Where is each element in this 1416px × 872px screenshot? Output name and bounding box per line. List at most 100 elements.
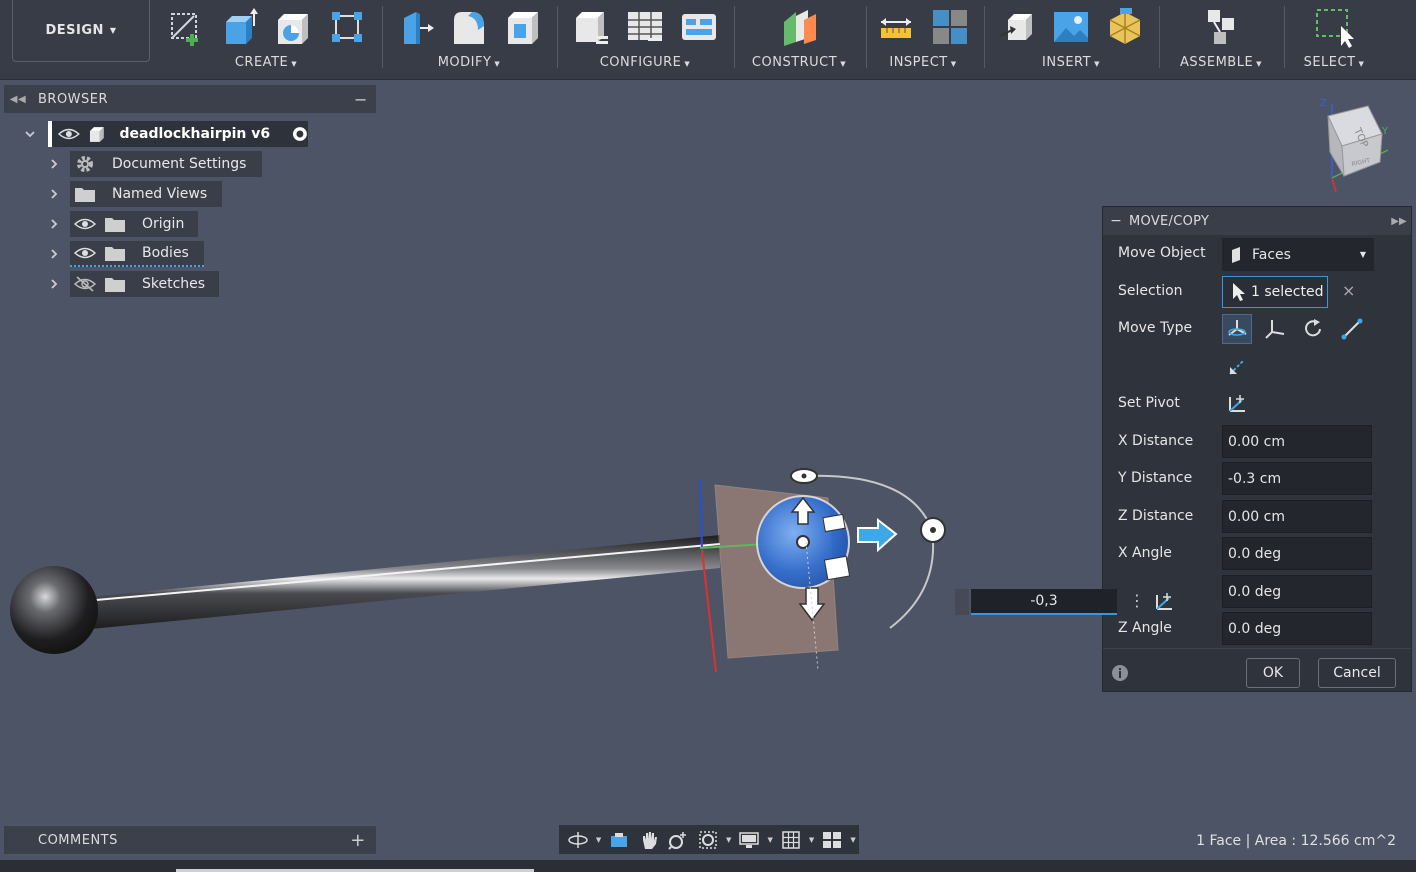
- eye-icon[interactable]: [74, 246, 96, 260]
- tree-root-node[interactable]: deadlockhairpin v6: [48, 121, 308, 147]
- viewports-icon[interactable]: [818, 828, 848, 852]
- selection-button[interactable]: 1 selected: [1222, 276, 1328, 308]
- chevron-right-icon[interactable]: [48, 278, 60, 290]
- create-label[interactable]: CREATE ▼: [160, 55, 372, 70]
- press-pull-icon[interactable]: [393, 6, 437, 48]
- x-angle-input[interactable]: 0.0 deg: [1222, 537, 1372, 570]
- chevron-down-icon[interactable]: ▼: [723, 828, 735, 852]
- shell-icon[interactable]: [501, 6, 545, 48]
- chevron-down-icon[interactable]: ▼: [806, 828, 818, 852]
- tree-item-sketches[interactable]: Sketches: [70, 271, 219, 297]
- point-to-point-icon[interactable]: [1337, 314, 1367, 344]
- chevron-down-icon[interactable]: ▼: [847, 828, 859, 852]
- move-object-dropdown[interactable]: Faces ▼: [1222, 238, 1374, 271]
- navigation-bar: ▼ ▼ ▼ ▼ ▼: [559, 825, 859, 854]
- folder-icon: [105, 278, 125, 292]
- collapse-browser-icon[interactable]: ◀◀: [4, 94, 32, 105]
- info-icon[interactable]: [1111, 664, 1129, 682]
- fit-window-icon[interactable]: [693, 828, 723, 852]
- folder-icon: [105, 218, 125, 232]
- move-x-arrow[interactable]: [857, 517, 898, 553]
- x-distance-input[interactable]: 0.00 cm: [1222, 425, 1372, 458]
- workspace-switcher[interactable]: DESIGN ▼: [12, 0, 150, 62]
- offset-plane-icon[interactable]: [777, 6, 821, 48]
- viewcube[interactable]: TOP RIGHT Z Y: [1316, 92, 1396, 192]
- pan-hand-icon[interactable]: [634, 828, 664, 852]
- set-pivot-icon[interactable]: [1222, 389, 1252, 419]
- gear-icon: [77, 156, 93, 172]
- grid-icon[interactable]: [776, 828, 806, 852]
- planar-handle-top[interactable]: [822, 513, 846, 533]
- z-distance-label: Z Distance: [1118, 508, 1194, 524]
- chevron-right-icon[interactable]: [48, 248, 60, 260]
- zoom-icon[interactable]: [664, 828, 694, 852]
- z-angle-input[interactable]: 0.0 deg: [1222, 612, 1372, 645]
- y-distance-input[interactable]: -0.3 cm: [1222, 462, 1372, 495]
- tree-item-document-settings[interactable]: Document Settings: [70, 151, 262, 177]
- more-options-icon[interactable]: ⋮: [1129, 591, 1145, 610]
- free-move-icon[interactable]: [1222, 314, 1252, 344]
- rotate-icon[interactable]: [1298, 314, 1328, 344]
- create-group: CREATE ▼: [160, 0, 372, 80]
- minimize-browser-button[interactable]: −: [346, 90, 376, 109]
- inspect-label[interactable]: INSPECT ▼: [870, 55, 976, 70]
- insert-canvas-icon[interactable]: [1049, 6, 1093, 48]
- point-to-position-icon[interactable]: [1222, 352, 1252, 382]
- interference-icon[interactable]: [928, 6, 972, 48]
- cancel-button[interactable]: Cancel: [1318, 658, 1396, 688]
- modify-label[interactable]: MODIFY ▼: [388, 55, 550, 70]
- axis-y-label: Y: [1381, 126, 1389, 137]
- new-component-icon[interactable]: [1199, 6, 1243, 48]
- extrude-icon[interactable]: [217, 6, 261, 48]
- eye-icon[interactable]: [57, 127, 80, 141]
- drag-handle[interactable]: [955, 589, 969, 615]
- tree-item-origin[interactable]: Origin: [70, 211, 198, 237]
- revolve-icon[interactable]: [271, 6, 315, 48]
- activate-radio-icon[interactable]: [292, 126, 308, 142]
- expand-panel-icon[interactable]: ▶▶: [1387, 216, 1411, 227]
- tree-item-bodies[interactable]: Bodies: [70, 241, 204, 267]
- orbit-icon[interactable]: [563, 828, 593, 852]
- configure-label[interactable]: CONFIGURE ▼: [563, 55, 727, 70]
- collapse-panel-button[interactable]: −: [1103, 213, 1129, 229]
- clear-selection-icon[interactable]: ×: [1342, 281, 1355, 300]
- y-angle-input[interactable]: 0.0 deg: [1222, 575, 1372, 608]
- window-select-icon[interactable]: [1312, 6, 1356, 48]
- planar-handle-bottom[interactable]: [823, 555, 851, 581]
- ok-button[interactable]: OK: [1246, 658, 1300, 688]
- chevron-right-icon[interactable]: [48, 218, 60, 230]
- insert-mesh-icon[interactable]: [1103, 6, 1147, 48]
- configure-table-icon[interactable]: [623, 6, 667, 48]
- chevron-down-icon[interactable]: ▼: [764, 828, 776, 852]
- insert-label[interactable]: INSERT ▼: [990, 55, 1152, 70]
- configure-box-icon[interactable]: [569, 6, 613, 48]
- add-comment-button[interactable]: +: [340, 830, 376, 851]
- chevron-right-icon[interactable]: [48, 158, 60, 170]
- fillet-icon[interactable]: [447, 6, 491, 48]
- hairpin-rod[interactable]: [60, 535, 721, 632]
- inspect-group: INSPECT ▼: [870, 0, 976, 80]
- form-icon[interactable]: [325, 6, 369, 48]
- select-label[interactable]: SELECT ▼: [1290, 55, 1378, 70]
- chevron-right-icon[interactable]: [48, 188, 60, 200]
- ball-end[interactable]: [10, 566, 98, 654]
- set-pivot-icon[interactable]: [1153, 591, 1175, 613]
- construct-label[interactable]: CONSTRUCT ▼: [740, 55, 858, 70]
- insert-derive-icon[interactable]: [995, 6, 1039, 48]
- eye-hidden-icon[interactable]: [74, 276, 96, 292]
- look-at-icon[interactable]: [604, 828, 634, 852]
- create-sketch-icon[interactable]: [163, 6, 207, 48]
- set-pivot-label: Set Pivot: [1118, 395, 1180, 411]
- select-group: SELECT ▼: [1290, 0, 1378, 80]
- display-settings-icon[interactable]: [735, 828, 765, 852]
- distance-value-field[interactable]: -0,3: [971, 589, 1117, 615]
- configure-theme-icon[interactable]: [677, 6, 721, 48]
- measure-icon[interactable]: [874, 6, 918, 48]
- z-distance-input[interactable]: 0.00 cm: [1222, 500, 1372, 533]
- translate-xyz-icon[interactable]: [1260, 314, 1290, 344]
- eye-icon[interactable]: [74, 217, 96, 231]
- chevron-down-icon[interactable]: ▼: [593, 828, 605, 852]
- tree-item-named-views[interactable]: Named Views: [70, 181, 222, 207]
- chevron-down-icon[interactable]: [24, 128, 36, 140]
- assemble-label[interactable]: ASSEMBLE ▼: [1164, 55, 1278, 70]
